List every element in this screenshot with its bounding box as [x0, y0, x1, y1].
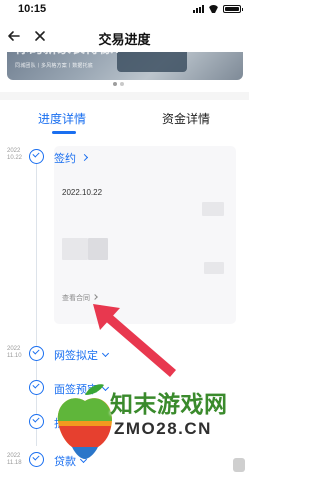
chevron-right-icon — [92, 294, 98, 300]
tab-progress-details[interactable]: 进度详情 — [38, 110, 86, 127]
check-circle-icon — [29, 414, 44, 429]
status-bar: 10:15 — [0, 0, 249, 22]
redacted-text — [62, 238, 88, 260]
check-circle-icon — [29, 452, 44, 467]
banner-pagination-dots — [113, 82, 124, 86]
status-icons — [193, 5, 243, 13]
step-date: 2022 11.10 — [7, 346, 22, 359]
cellular-signal-icon — [193, 5, 204, 13]
chevron-right-icon — [80, 153, 89, 162]
tab-funds-details[interactable]: 资金详情 — [162, 110, 210, 127]
step-date: 2022 10.22 — [7, 148, 23, 161]
banner-dot — [120, 82, 124, 86]
contract-date: 2022.10.22 — [62, 188, 103, 197]
wifi-icon — [208, 5, 219, 13]
watermark: 知末游戏网 ZMO28.CN — [50, 375, 249, 477]
check-circle-icon — [29, 380, 44, 395]
chevron-down-icon — [101, 349, 110, 358]
step-online-signing-draft[interactable]: 网签拟定 — [54, 347, 110, 363]
detail-tabs: 进度详情 资金详情 — [0, 100, 249, 134]
watermark-url: ZMO28.CN — [114, 419, 212, 438]
view-contract-label: 查看合同 — [62, 295, 90, 302]
active-tab-indicator — [52, 131, 76, 134]
check-circle-icon — [29, 149, 44, 164]
view-contract-link[interactable]: 查看合同 — [62, 293, 98, 303]
page-title: 交易进度 — [98, 32, 151, 47]
timeline-line — [36, 156, 37, 446]
banner-subtitle: 同城团队丨多风格方案丨数据托底 — [15, 63, 94, 69]
banner-dot-active — [113, 82, 117, 86]
status-time: 10:15 — [18, 3, 47, 15]
watermark-title: 知末游戏网 — [110, 391, 228, 417]
step-signing[interactable]: 签约 — [54, 150, 89, 166]
check-circle-icon — [29, 346, 44, 361]
nav-bar: 交易进度 — [0, 22, 249, 52]
step-date: 2022 11.18 — [7, 453, 22, 466]
redacted-text — [204, 262, 224, 274]
scroll-to-top-button[interactable] — [233, 458, 245, 472]
redacted-text — [202, 202, 224, 216]
battery-icon — [223, 5, 243, 13]
redacted-text — [88, 238, 108, 260]
section-divider — [0, 92, 249, 100]
